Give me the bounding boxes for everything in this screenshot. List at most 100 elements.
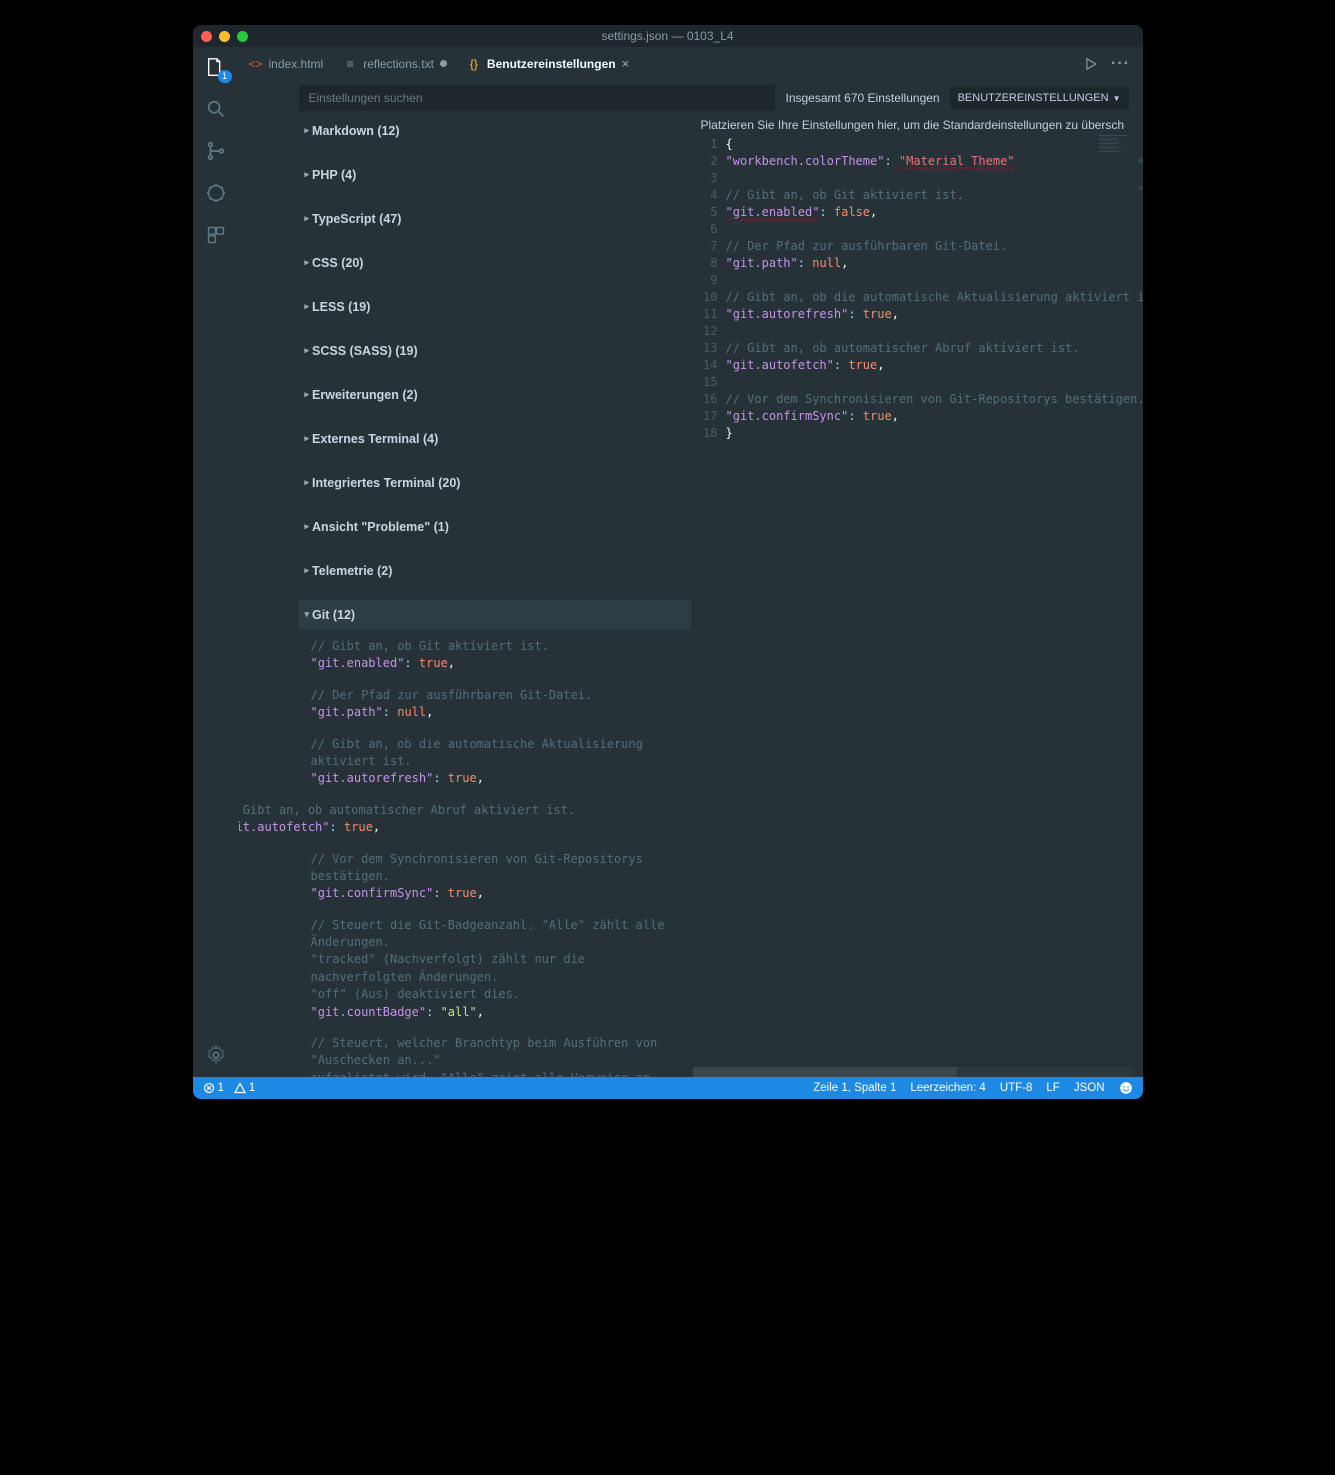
minimize-window-button[interactable]: [219, 31, 230, 42]
tab-reflections-txt[interactable]: ≡ reflections.txt: [333, 47, 457, 80]
chevron-right-icon: ▸: [305, 125, 310, 136]
text-file-icon: ≡: [343, 57, 357, 71]
more-actions-icon[interactable]: ···: [1113, 56, 1129, 72]
horizontal-scrollbar[interactable]: [693, 1067, 1133, 1077]
tab-label: reflections.txt: [363, 57, 434, 71]
setting-item: // Gibt an, ob die automatische Aktualis…: [311, 736, 677, 788]
status-cursor-position[interactable]: Zeile 1, Spalte 1: [813, 1082, 896, 1094]
setting-item: // Gibt an, ob automatischer Abruf aktiv…: [239, 802, 576, 837]
settings-group[interactable]: ▸TypeScript (47): [299, 204, 691, 234]
feedback-icon[interactable]: [1119, 1081, 1133, 1095]
code-line[interactable]: "git.autofetch": true,: [726, 357, 1143, 374]
code-line[interactable]: // Gibt an, ob Git aktiviert ist.: [726, 187, 1143, 204]
json-editor[interactable]: 123456789101112131415161718 { "workbench…: [691, 134, 1143, 1067]
run-icon[interactable]: [1083, 56, 1099, 72]
chevron-right-icon: ▸: [305, 169, 310, 180]
chevron-right-icon: ▸: [305, 433, 310, 444]
extensions-icon[interactable]: [204, 223, 228, 247]
code-line[interactable]: "git.path": null,: [726, 255, 1143, 272]
dropdown-label: BENUTZEREINSTELLUNGEN: [958, 92, 1109, 104]
group-label: CSS (20): [312, 256, 363, 270]
settings-group[interactable]: ▾Git (12): [299, 600, 691, 630]
settings-group[interactable]: ▸LESS (19): [299, 292, 691, 322]
code-line[interactable]: {: [726, 136, 1143, 153]
default-settings-pane[interactable]: ▸Markdown (12)▸PHP (4)▸TypeScript (47)▸C…: [239, 116, 691, 1077]
setting-item: // Vor dem Synchronisieren von Git-Repos…: [311, 851, 677, 903]
code-line[interactable]: [726, 323, 1143, 340]
code-line[interactable]: "git.enabled": false,: [726, 204, 1143, 221]
tab-index-html[interactable]: <> index.html: [239, 47, 334, 80]
maximize-window-button[interactable]: [237, 31, 248, 42]
source-control-icon[interactable]: [204, 139, 228, 163]
settings-group[interactable]: ▸Externes Terminal (4): [299, 424, 691, 454]
settings-group[interactable]: ▸Telemetrie (2): [299, 556, 691, 586]
settings-gear-icon[interactable]: [204, 1043, 228, 1067]
group-label: Ansicht "Probleme" (1): [312, 520, 449, 534]
override-hint: Platzieren Sie Ihre Einstellungen hier, …: [691, 116, 1143, 134]
setting-item: // Der Pfad zur ausführbaren Git-Datei."…: [311, 687, 677, 722]
tab-label: Benutzereinstellungen: [487, 57, 616, 71]
code-line[interactable]: "git.confirmSync": true,: [726, 408, 1143, 425]
status-bar: 1 1 Zeile 1, Spalte 1 Leerzeichen: 4 UTF…: [193, 1077, 1143, 1099]
chevron-down-icon: ▼: [1113, 94, 1121, 103]
group-label: TypeScript (47): [312, 212, 401, 226]
settings-group[interactable]: ▸Ansicht "Probleme" (1): [299, 512, 691, 542]
settings-search-input[interactable]: Einstellungen suchen: [299, 85, 776, 111]
chevron-right-icon: ▸: [305, 257, 310, 268]
status-indent[interactable]: Leerzeichen: 4: [910, 1082, 985, 1094]
modified-indicator-icon: [440, 60, 447, 67]
settings-group[interactable]: ▸Erweiterungen (2): [299, 380, 691, 410]
settings-scope-dropdown[interactable]: BENUTZEREINSTELLUNGEN ▼: [950, 87, 1129, 109]
status-encoding[interactable]: UTF-8: [1000, 1082, 1033, 1094]
code-line[interactable]: // Gibt an, ob die automatische Aktualis…: [726, 289, 1143, 306]
traffic-lights: [201, 31, 248, 42]
code-line[interactable]: [726, 170, 1143, 187]
tab-user-settings[interactable]: {} Benutzereinstellungen ×: [457, 47, 639, 80]
code-line[interactable]: }: [726, 425, 1143, 442]
code-line[interactable]: "git.autorefresh": true,: [726, 306, 1143, 323]
settings-group[interactable]: ▸Integriertes Terminal (20): [299, 468, 691, 498]
titlebar[interactable]: settings.json — 0103_L4: [193, 25, 1143, 47]
group-label: SCSS (SASS) (19): [312, 344, 418, 358]
chevron-down-icon: ▾: [305, 609, 310, 620]
settings-group[interactable]: ▸Markdown (12): [299, 116, 691, 146]
setting-item: // Steuert, welcher Branchtyp beim Ausfü…: [311, 1035, 677, 1077]
group-label: Erweiterungen (2): [312, 388, 418, 402]
user-settings-pane[interactable]: Platzieren Sie Ihre Einstellungen hier, …: [691, 116, 1143, 1077]
window-title: settings.json — 0103_L4: [601, 29, 733, 43]
setting-item: // Steuert die Git-Badgeanzahl. "Alle" z…: [311, 917, 677, 1021]
minimap[interactable]: [1099, 134, 1139, 194]
html-file-icon: <>: [249, 57, 263, 71]
vscode-window: settings.json — 0103_L4 1: [193, 25, 1143, 1099]
scrollbar-thumb[interactable]: [693, 1067, 957, 1077]
group-label: Integriertes Terminal (20): [312, 476, 460, 490]
group-label: Externes Terminal (4): [312, 432, 438, 446]
status-warnings[interactable]: 1: [234, 1082, 255, 1094]
close-tab-icon[interactable]: ×: [622, 56, 630, 71]
explorer-icon[interactable]: 1: [204, 55, 228, 79]
group-label: Git (12): [312, 608, 355, 622]
status-errors[interactable]: 1: [203, 1082, 224, 1094]
close-window-button[interactable]: [201, 31, 212, 42]
code-line[interactable]: [726, 221, 1143, 238]
status-eol[interactable]: LF: [1046, 1082, 1059, 1094]
code-line[interactable]: // Der Pfad zur ausführbaren Git-Datei.: [726, 238, 1143, 255]
chevron-right-icon: ▸: [305, 521, 310, 532]
code-line[interactable]: "workbench.colorTheme": "Material Theme": [726, 153, 1143, 170]
chevron-right-icon: ▸: [305, 345, 310, 356]
search-icon[interactable]: [204, 97, 228, 121]
activity-bar: 1: [193, 47, 239, 1077]
status-language[interactable]: JSON: [1074, 1082, 1105, 1094]
settings-group[interactable]: ▸CSS (20): [299, 248, 691, 278]
settings-group[interactable]: ▸SCSS (SASS) (19): [299, 336, 691, 366]
code-line[interactable]: [726, 374, 1143, 391]
code-line[interactable]: [726, 272, 1143, 289]
group-label: LESS (19): [312, 300, 370, 314]
code-line[interactable]: // Vor dem Synchronisieren von Git-Repos…: [726, 391, 1143, 408]
explorer-badge: 1: [218, 70, 232, 83]
chevron-right-icon: ▸: [305, 477, 310, 488]
code-line[interactable]: // Gibt an, ob automatischer Abruf aktiv…: [726, 340, 1143, 357]
json-file-icon: {}: [467, 57, 481, 71]
settings-group[interactable]: ▸PHP (4): [299, 160, 691, 190]
debug-icon[interactable]: [204, 181, 228, 205]
